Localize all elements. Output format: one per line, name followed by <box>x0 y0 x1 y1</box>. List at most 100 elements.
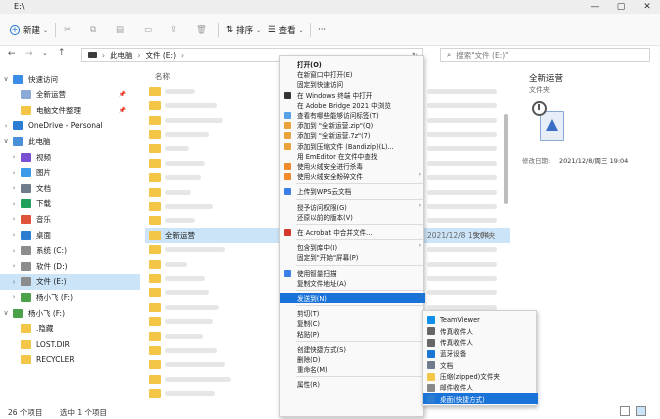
chevron-right-icon[interactable]: › <box>10 184 18 192</box>
context-menu-item[interactable]: 重命名(M) <box>280 364 425 374</box>
context-menu-item[interactable]: 删除(D) <box>280 354 425 364</box>
context-menu-item[interactable]: 使用火绒安全进行杀毒 <box>280 161 425 171</box>
context-menu-item[interactable]: 创建快捷方式(S) <box>280 344 425 354</box>
context-menu-item[interactable]: 使用智量扫描 <box>280 268 425 278</box>
chevron-down-icon[interactable]: ∨ <box>2 137 10 145</box>
context-menu-item[interactable]: 剪切(T) <box>280 308 425 318</box>
nav-item[interactable]: › 下载 <box>0 196 140 212</box>
breadcrumb-drive-e[interactable]: 文件 (E:) <box>146 50 177 61</box>
chevron-right-icon[interactable]: › <box>10 278 18 286</box>
context-menu-item[interactable]: 查看有哪些能够访问标签(T) <box>280 110 425 120</box>
nav-item[interactable]: › 软件 (D:) <box>0 258 140 274</box>
nav-item[interactable]: › OneDrive - Personal <box>0 118 140 134</box>
copy-button[interactable]: ⧉ <box>90 22 96 38</box>
nav-item[interactable]: › 文档 <box>0 180 140 196</box>
nav-item[interactable]: › 音乐 <box>0 211 140 227</box>
details-view-icon[interactable] <box>620 406 630 416</box>
context-menu-item[interactable]: 添加到 "全新运营.zip"(Q) <box>280 120 425 130</box>
nav-item[interactable]: RECYCLER <box>0 352 140 368</box>
share-button[interactable]: ⇪ <box>170 22 177 38</box>
nav-item[interactable]: ∨ 快速访问 <box>0 71 140 87</box>
close-button[interactable]: ✕ <box>634 0 660 14</box>
context-menu-item[interactable]: 属性(R) <box>280 379 425 389</box>
context-menu-item[interactable]: 授予访问权限(G) › <box>280 202 425 212</box>
sort-button[interactable]: ⇅ 排序 ⌄ <box>226 22 261 38</box>
context-menu-item[interactable]: 在 Windows 终端 中打开 <box>280 90 425 100</box>
context-menu-item[interactable]: 添加到 "全新运营.7z"(7) <box>280 130 425 140</box>
up-arrow-icon[interactable]: ↑ <box>58 48 66 58</box>
nav-item[interactable]: › 系统 (C:) <box>0 243 140 259</box>
chevron-right-icon[interactable]: › <box>10 153 18 161</box>
send-to-item[interactable]: 桌面(快捷方式) <box>423 393 538 405</box>
context-menu-item[interactable]: 还原以前的版本(V) <box>280 212 425 222</box>
menu-item-label: 发送到(N) <box>297 295 327 303</box>
nav-item[interactable]: › 文件 (E:) <box>0 273 140 290</box>
minimize-button[interactable]: — <box>582 0 608 14</box>
nav-item[interactable]: ∨ 此电脑 <box>0 133 140 149</box>
send-to-item[interactable]: 蓝牙设备 <box>423 348 538 359</box>
send-to-item[interactable]: TeamViewer <box>423 314 538 325</box>
context-menu-item[interactable]: 用 EmEditor 在文件中查找 <box>280 151 425 161</box>
context-menu-item[interactable]: 复制文件地址(A) <box>280 278 425 288</box>
context-menu-item[interactable]: 上传到WPS云文档 <box>280 186 425 196</box>
send-to-item[interactable]: 文档 <box>423 359 538 370</box>
view-button[interactable]: ☰ 查看 ⌄ <box>268 22 304 38</box>
context-menu-item[interactable]: 打开(O) <box>280 59 425 69</box>
nav-item[interactable]: 全新运营 📌 <box>0 87 140 103</box>
send-to-item[interactable]: 邮件收件人 <box>423 382 538 393</box>
delete-button[interactable]: 🗑 <box>196 22 207 38</box>
breadcrumb-this-pc[interactable]: 此电脑 <box>110 50 133 61</box>
chevron-right-icon[interactable]: › <box>2 122 10 130</box>
chevron-right-icon[interactable]: › <box>10 293 18 301</box>
send-to-item[interactable]: 压缩(zipped)文件夹 <box>423 371 538 382</box>
nav-item[interactable]: LOST.DIR <box>0 336 140 352</box>
send-to-item[interactable]: 传真收件人 <box>423 325 538 336</box>
paste-button[interactable]: ▤ <box>116 22 124 38</box>
send-to-item-icon <box>427 349 435 358</box>
chevron-right-icon[interactable]: › <box>10 215 18 223</box>
nav-item[interactable]: › 视频 <box>0 149 140 165</box>
chevron-down-icon[interactable]: ∨ <box>2 75 10 83</box>
nav-item[interactable]: 电脑文件整理 📌 <box>0 102 140 118</box>
blurred-file-name <box>165 347 217 353</box>
trash-icon: 🗑 <box>196 25 207 35</box>
context-menu-item[interactable]: 固定到"开始"屏幕(P) <box>280 252 425 262</box>
context-menu-item[interactable]: 固定到快速访问 <box>280 79 425 89</box>
nav-item[interactable]: › 杨小飞 (F:) <box>0 289 140 305</box>
search-input[interactable]: ⌕ 搜索"文件 (E:)" <box>440 48 650 62</box>
share-icon: ⇪ <box>170 25 178 35</box>
context-menu-item[interactable]: 包含到库中(I) › <box>280 242 425 252</box>
maximize-button[interactable]: ▢ <box>608 0 634 14</box>
nav-item-label: 下载 <box>36 199 51 209</box>
chevron-right-icon[interactable]: › <box>10 231 18 239</box>
chevron-right-icon[interactable]: › <box>10 262 18 270</box>
chevron-down-icon[interactable]: ⌄ <box>42 49 48 57</box>
more-button[interactable]: ··· <box>318 22 326 38</box>
back-arrow-icon[interactable]: ← <box>8 49 16 59</box>
context-menu-item[interactable]: 使用火绒安全粉碎文件 › <box>280 171 425 181</box>
chevron-right-icon[interactable]: › <box>10 200 18 208</box>
context-menu-item[interactable]: 复制(C) <box>280 318 425 328</box>
tiles-view-icon[interactable] <box>636 406 646 416</box>
nav-item[interactable]: › 桌面 <box>0 227 140 243</box>
context-menu-item[interactable]: 添加到压缩文件 (Bandizip)(L)... <box>280 141 425 151</box>
nav-item[interactable]: ∨ 杨小飞 (F:) <box>0 305 140 321</box>
blurred-file-name <box>165 362 225 368</box>
nav-item[interactable]: .隐藏 <box>0 321 140 337</box>
context-menu-item[interactable]: 在新窗口中打开(E) <box>280 69 425 79</box>
chevron-right-icon[interactable]: › <box>10 169 18 177</box>
column-header-name[interactable]: 名称 <box>155 71 170 82</box>
chevron-down-icon[interactable]: ∨ <box>2 309 10 317</box>
forward-arrow-icon[interactable]: → <box>25 49 33 59</box>
send-to-item[interactable]: 传真收件人 <box>423 337 538 348</box>
context-menu-item[interactable]: 发送到(N) › <box>280 293 425 303</box>
nav-item[interactable]: › 图片 <box>0 165 140 181</box>
folder-icon <box>13 308 23 318</box>
chevron-right-icon[interactable]: › <box>10 247 18 255</box>
rename-button[interactable]: ▭ <box>144 22 152 38</box>
context-menu-item[interactable]: 在 Acrobat 中合并文件... <box>280 227 425 237</box>
cut-button[interactable]: ✂ <box>64 22 71 38</box>
new-button[interactable]: + 新建 ⌄ <box>10 22 48 38</box>
context-menu-item[interactable]: 粘贴(P) <box>280 329 425 339</box>
context-menu-item[interactable]: 在 Adobe Bridge 2021 中浏览 <box>280 100 425 110</box>
